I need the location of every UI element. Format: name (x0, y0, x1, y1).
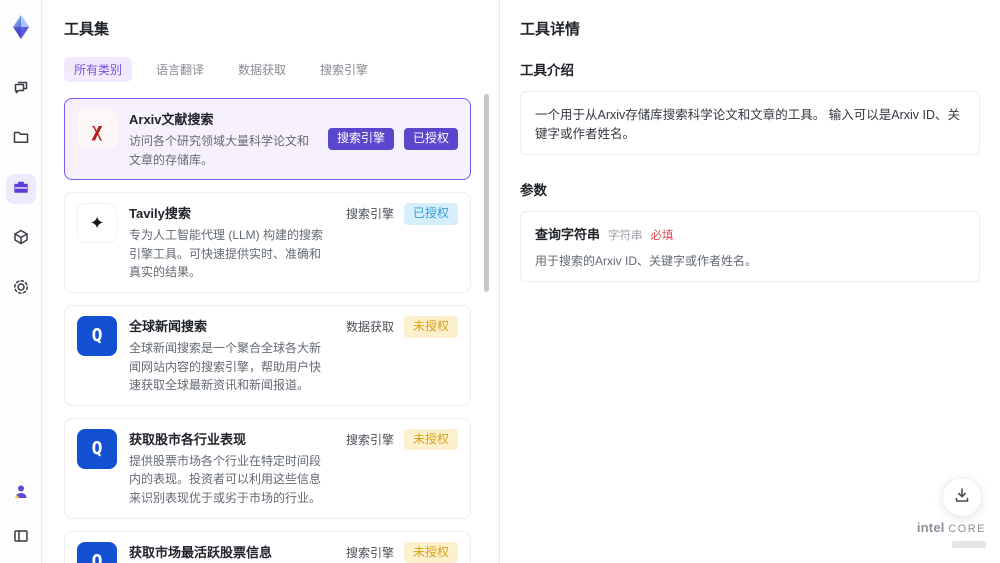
tools-list-panel: 工具集 所有类别 语言翻译 数据获取 搜索引擎 χ Arxiv文献搜索 访问各个研究领域大… (42, 0, 500, 563)
params-list: 查询字符串 字符串 必填 用于搜索的Arxiv ID、关键字或作者姓名。 (520, 211, 980, 282)
tool-description: 提供股票市场各个行业在特定时间段内的表现。投资者可以利用这些信息来识别表现优于或… (129, 453, 322, 505)
param-description: 用于搜索的Arxiv ID、关键字或作者姓名。 (535, 254, 758, 268)
sidebar-item-toolbox[interactable] (5, 174, 36, 204)
download-button[interactable] (942, 477, 982, 517)
tab-category-1[interactable]: 语言翻译 (146, 57, 214, 82)
tab-category-2[interactable]: 数据获取 (228, 57, 296, 82)
tool-category-badge: 搜索引擎 (345, 207, 394, 222)
tool-card-2[interactable]: Q 全球新闻搜索全球新闻搜索是一个聚合全球各大新闻网站内容的搜索引擎，帮助用户快速… (64, 304, 471, 406)
tool-auth-badge: 未授权 (403, 428, 458, 451)
category-tabs: 所有类别 语言翻译 数据获取 搜索引擎 (64, 57, 471, 82)
tools-list: χ Arxiv文献搜索 访问各个研究领域大量科学论文和文章的存储库。 搜索引擎 已授权 ✦… (64, 98, 471, 563)
tab-category-0[interactable]: 所有类别 (64, 57, 133, 82)
tool-auth-badge: 未授权 (403, 541, 458, 563)
intel-core-logo: intel core (916, 520, 986, 553)
sidebar-item-cube[interactable] (6, 224, 36, 254)
scrollbar-thumb[interactable] (484, 94, 489, 292)
tool-auth-badge: 未授权 (403, 315, 458, 338)
tool-card-1[interactable]: ✦ Tavily搜索专为人工智能代理 (LLM) 构建的搜索引擎工具。可快速提供实… (64, 192, 471, 293)
param-type: 字符串 (608, 230, 643, 242)
tool-card-4[interactable]: Q获取市场最活跃股票信息提供当天交易量最高的股票列表。投资者可以利用这些信息来识… (64, 530, 471, 563)
core-word: core (948, 523, 986, 536)
tool-name: Tavily搜索 (129, 206, 191, 222)
tab-category-3[interactable]: 搜索引擎 (310, 57, 378, 82)
intel-sub-mark (952, 541, 986, 549)
sidebar-item-chat[interactable] (6, 74, 36, 104)
sidebar-bottom-panel-toggle[interactable] (6, 523, 36, 553)
intro-heading: 工具介绍 (520, 63, 574, 78)
bluenews-tool-icon: Q (77, 315, 117, 356)
tool-name: 获取市场最活跃股票信息 (129, 544, 273, 560)
tool-description: 访问各个研究领域大量科学论文和文章的存储库。 (129, 134, 310, 167)
tavily-tool-icon: ✦ (77, 203, 117, 244)
tool-category-badge: 搜索引擎 (345, 433, 394, 448)
sidebar-item-folder[interactable] (6, 124, 36, 154)
params-heading: 参数 (520, 183, 547, 198)
tool-auth-badge: 已授权 (403, 203, 458, 225)
sidebar-bottom-avatar[interactable] (6, 479, 36, 509)
param-name: 查询字符串 (535, 227, 601, 242)
arxiv-tool-icon: χ (77, 109, 117, 149)
cube-icon (12, 228, 30, 251)
param-card-0: 查询字符串 字符串 必填 用于搜索的Arxiv ID、关键字或作者姓名。 (520, 211, 980, 282)
intel-word: intel (916, 520, 945, 536)
sidebar-item-settings[interactable] (6, 274, 36, 304)
settings-icon (12, 278, 30, 301)
panel-toggle-icon (12, 527, 30, 550)
tool-name: Arxiv文献搜索 (129, 112, 214, 127)
app-window: 工具集 所有类别 语言翻译 数据获取 搜索引擎 χ Arxiv文献搜索 访问各个研究领域大… (0, 0, 1000, 563)
bluenews-tool-icon: Q (77, 428, 117, 469)
bluenews-tool-icon: Q (77, 541, 117, 563)
toolbox-icon (12, 178, 30, 201)
download-icon (953, 486, 971, 509)
avatar-icon (12, 483, 30, 506)
folder-icon (12, 128, 30, 151)
tool-card-3[interactable]: Q 获取股市各行业表现提供股票市场各个行业在特定时间段内的表现。投资者可以利用这些… (64, 417, 471, 519)
tool-category-badge: 搜索引擎 (327, 128, 394, 150)
tool-category-badge: 搜索引擎 (345, 545, 394, 560)
tool-description: 专为人工智能代理 (LLM) 构建的搜索引擎工具。可快速提供实时、准确和真实的结… (129, 228, 324, 280)
tool-category-badge: 数据获取 (345, 320, 394, 335)
app-logo-icon[interactable] (8, 14, 34, 40)
tool-auth-badge: 已授权 (403, 128, 458, 150)
page-title: 工具集 (64, 21, 110, 38)
tool-name: 全球新闻搜索 (129, 318, 208, 334)
tool-name: 获取股市各行业表现 (129, 431, 247, 447)
tool-card-0[interactable]: χ Arxiv文献搜索访问各个研究领域大量科学论文和文章的存储库。 搜索引擎 已授权 (64, 98, 471, 181)
tool-details-panel: 工具详情 工具介绍 一个用于从Arxiv存储库搜索科学论文和文章的工具。 输入可… (500, 0, 1000, 563)
chat-icon (12, 78, 30, 101)
details-title: 工具详情 (520, 21, 581, 38)
param-required-flag: 必填 (650, 230, 674, 242)
tool-description: 全球新闻搜索是一个聚合全球各大新闻网站内容的搜索引擎，帮助用户快速获取全球最新资… (129, 340, 322, 393)
tool-intro-text: 一个用于从Arxiv存储库搜索科学论文和文章的工具。 输入可以是Arxiv ID… (520, 91, 980, 155)
sidebar (0, 0, 42, 563)
